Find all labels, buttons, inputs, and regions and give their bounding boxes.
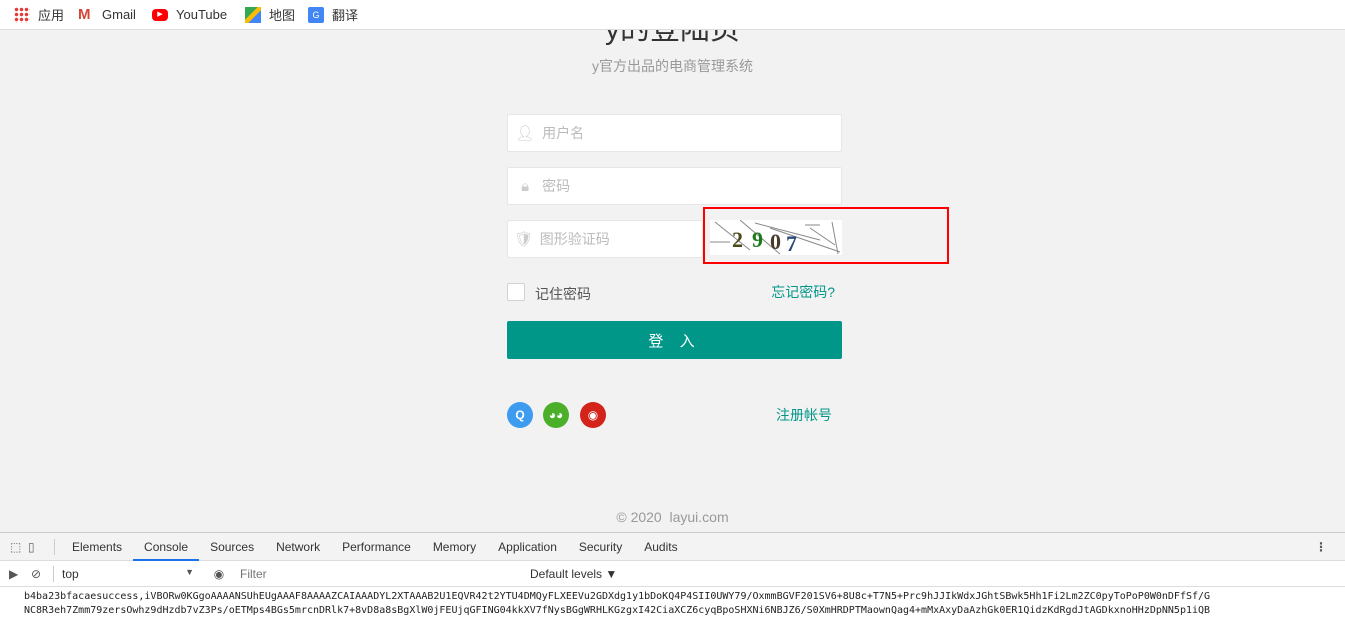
more-options-icon[interactable]: ⋮ [1315,540,1327,554]
translate-icon: G [308,6,324,23]
tab-performance[interactable]: Performance [331,533,422,561]
tab-console[interactable]: Console [133,533,200,561]
console-filter-input[interactable] [232,563,524,584]
bookmark-label: 应用 [38,8,65,23]
devtools-tabbar: ⬚ ▯ Elements Console Sources Network Per… [0,533,1345,561]
dropdown-arrow-icon: ▼ [185,566,194,577]
apps-grid-icon [14,6,30,23]
gmail-icon: M [78,5,91,23]
youtube-icon: ▶ [152,8,168,21]
page-subtitle: y官方出品的电商管理系统 [592,58,753,74]
context-value: top [62,566,79,581]
lock-icon: 🔒︎ [521,177,530,195]
tab-network[interactable]: Network [265,533,331,561]
register-link[interactable]: 注册帐号 [776,405,832,425]
password-input[interactable] [542,178,841,194]
tab-security[interactable]: Security [568,533,633,561]
shield-check-icon: 🛡︎ [514,231,534,248]
device-toolbar-icon[interactable]: ▯ [28,540,46,554]
bookmark-youtube[interactable]: ▶ YouTube [152,0,227,29]
tab-memory[interactable]: Memory [422,533,487,561]
console-log-line: b4ba23bfacaesuccess,iVBORw0KGgoAAAANSUhE… [24,591,1211,602]
password-field[interactable]: 🔒︎ [507,167,842,205]
tab-application[interactable]: Application [487,533,568,561]
captcha-input[interactable] [539,231,702,247]
eye-icon[interactable]: ◉ [206,567,232,581]
remember-checkbox[interactable] [507,283,525,301]
console-log-line: NC8R3eh7Zmm79zersOwhz9dHzdb7vZ3Ps/oETMps… [24,605,1211,616]
devtools-panel: ⬚ ▯ Elements Console Sources Network Per… [0,532,1345,620]
bookmark-label: 翻译 [332,8,359,23]
bookmark-label: Gmail [102,7,136,22]
tab-audits[interactable]: Audits [633,533,688,561]
username-input[interactable] [542,125,841,141]
remember-label[interactable]: 记住密码 [535,284,591,304]
inspect-element-icon[interactable]: ⬚ [10,540,28,554]
footer-copyright: © 2020 layui.com [616,509,729,525]
bookmark-translate[interactable]: G 翻译 [308,0,358,29]
bookmark-label: YouTube [176,7,228,22]
wechat-login-icon[interactable]: ◕◕ [543,402,569,428]
username-field[interactable]: 👤︎ [507,114,842,152]
context-select[interactable]: top ▼ [54,567,194,581]
bookmarks-bar: 应用 M Gmail ▶ YouTube 地图 G 翻译 [0,0,1345,30]
captcha-field[interactable]: 🛡︎ [507,220,703,258]
console-toolbar: ▶︎ ⊘ top ▼ ◉ Default levels ▼ [0,561,1345,587]
sidebar-toggle-icon[interactable]: ▶︎ [9,567,31,581]
clear-console-icon[interactable]: ⊘ [31,567,53,581]
tab-elements[interactable]: Elements [61,533,133,561]
bookmark-gmail[interactable]: M Gmail [78,0,136,29]
login-button[interactable]: 登 入 [507,321,842,359]
captcha-highlight-box [703,207,949,264]
console-output: b4ba23bfacaesuccess,iVBORw0KGgoAAAANSUhE… [0,587,1345,618]
bookmark-label: 地图 [269,8,296,23]
qq-login-icon[interactable]: Q [507,402,533,428]
log-levels-select[interactable]: Default levels ▼ [530,567,617,581]
maps-icon [245,6,261,23]
forgot-password-link[interactable]: 忘记密码? [771,282,835,302]
divider [54,538,55,555]
weibo-login-icon[interactable]: ◉ [580,402,606,428]
bookmark-maps[interactable]: 地图 [245,0,295,29]
user-icon: 👤︎ [515,125,535,142]
tab-sources[interactable]: Sources [199,533,265,561]
bookmark-apps[interactable]: 应用 [14,0,64,29]
